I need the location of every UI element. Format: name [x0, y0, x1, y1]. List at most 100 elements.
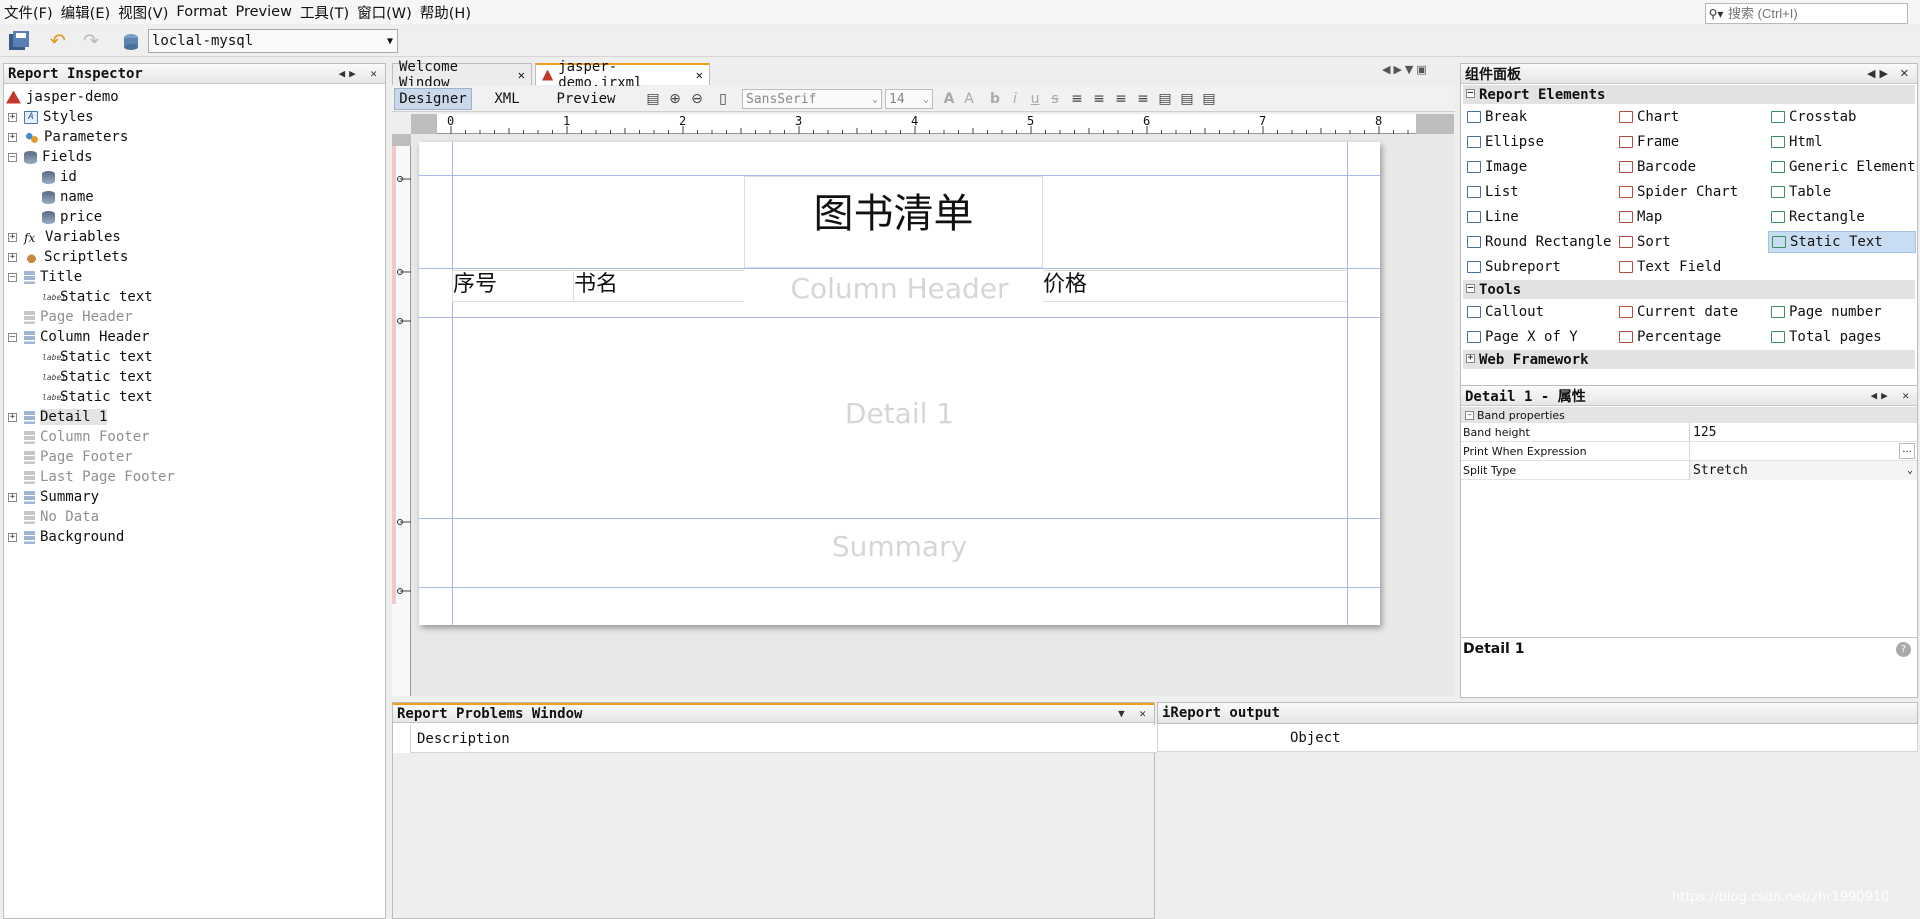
decrease-font-icon[interactable]: A	[960, 91, 978, 107]
font-family-combo[interactable]: SansSerif ⌄	[742, 89, 882, 109]
view-xml[interactable]: XML	[482, 88, 532, 110]
palette-item-ellipse[interactable]: Ellipse	[1464, 131, 1612, 153]
palette-item-list[interactable]: List	[1464, 181, 1612, 203]
tree-item-field-name[interactable]: name	[42, 187, 94, 207]
tree-item-page-header[interactable]: Page Header	[24, 307, 133, 327]
menu-edit[interactable]: 编辑(E)	[57, 2, 114, 23]
menu-window[interactable]: 窗口(W)	[353, 2, 416, 23]
tree-item-fields[interactable]: Fields	[24, 147, 93, 167]
datasource-icon[interactable]	[118, 28, 144, 54]
tool-item-percentage[interactable]: Percentage	[1616, 326, 1764, 348]
property-group-band[interactable]: – Band properties	[1461, 407, 1917, 423]
expand-icon[interactable]: +	[8, 233, 17, 242]
menu-preview[interactable]: Preview	[231, 4, 295, 20]
palette-item-sort[interactable]: Sort	[1616, 231, 1764, 253]
align-center-icon[interactable]: ≡	[1112, 91, 1130, 107]
tree-item-summary[interactable]: Summary	[24, 487, 99, 507]
page-setup-icon[interactable]: ▤	[644, 91, 662, 107]
design-canvas[interactable]: 图书清单 Column Header 序号 书名 价格 Detail 1 Sum…	[411, 134, 1454, 696]
report-page[interactable]: 图书清单 Column Header 序号 书名 价格 Detail 1 Sum…	[419, 142, 1380, 625]
tree-item-styles[interactable]: A Styles	[24, 107, 94, 127]
zoom-out-icon[interactable]: ⊖	[688, 91, 706, 107]
tree-item-ch-static-text-3[interactable]: label Static text	[42, 387, 153, 407]
menu-tools[interactable]: 工具(T)	[296, 2, 353, 23]
palette-item-spider-chart[interactable]: Spider Chart	[1616, 181, 1764, 203]
expand-icon[interactable]: +	[8, 113, 17, 122]
panel-controls-icon[interactable]: ◀▶ ✕	[1867, 67, 1913, 80]
tree-item-detail-1[interactable]: Detail 1	[24, 407, 108, 427]
ireport-output-tab[interactable]: iReport output	[1157, 702, 1918, 724]
font-size-combo[interactable]: 14 ⌄	[885, 89, 933, 109]
field-list-icon[interactable]: ▯	[714, 91, 732, 107]
panel-controls-icon[interactable]: ◀▶ ✕	[1871, 389, 1914, 402]
property-row-band-height[interactable]: Band height 125	[1461, 422, 1917, 442]
tool-item-page-x-of-y[interactable]: Page X of Y	[1464, 326, 1612, 348]
search-icon[interactable]: ⚲▾	[1706, 7, 1726, 21]
tree-item-field-id[interactable]: id	[42, 167, 77, 187]
column-header-seq[interactable]: 序号	[452, 270, 574, 302]
tree-item-parameters[interactable]: Parameters	[24, 127, 128, 147]
menu-file[interactable]: 文件(F)	[0, 2, 57, 23]
palette-item-break[interactable]: Break	[1464, 106, 1612, 128]
zoom-in-icon[interactable]: ⊕	[666, 91, 684, 107]
expand-icon[interactable]: +	[8, 413, 17, 422]
expand-icon[interactable]: +	[8, 133, 17, 142]
bold-icon[interactable]: b	[986, 91, 1004, 107]
palette-item-image[interactable]: Image	[1464, 156, 1612, 178]
underline-icon[interactable]: u	[1026, 91, 1044, 107]
palette-item-map[interactable]: Map	[1616, 206, 1764, 228]
section-report-elements[interactable]: – Report Elements	[1463, 85, 1915, 104]
palette-item-round-rectangle[interactable]: Round Rectangle	[1464, 231, 1612, 253]
tree-item-no-data[interactable]: No Data	[24, 507, 99, 527]
palette-item-subreport[interactable]: Subreport	[1464, 256, 1612, 278]
align-left-icon[interactable]: ≡	[1068, 91, 1086, 107]
menu-help[interactable]: 帮助(H)	[416, 2, 475, 23]
menu-view[interactable]: 视图(V)	[114, 2, 172, 23]
column-header-object[interactable]: Object	[1157, 724, 1918, 752]
palette-item-rectangle[interactable]: Rectangle	[1768, 206, 1916, 228]
tool-item-callout[interactable]: Callout	[1464, 301, 1612, 323]
expand-icon[interactable]: +	[8, 493, 17, 502]
tab-welcome-window[interactable]: Welcome Window ✕	[392, 59, 532, 91]
tree-item-title-static-text[interactable]: label Static text	[42, 287, 153, 307]
align-middle-icon[interactable]: ▤	[1178, 91, 1196, 107]
increase-font-icon[interactable]: A	[940, 91, 958, 107]
palette-item-text-field[interactable]: Text Field	[1616, 256, 1764, 278]
datasource-combo[interactable]: loclal-mysql ▼	[148, 29, 398, 53]
align-justify-icon[interactable]: ≡	[1090, 91, 1108, 107]
palette-item-crosstab[interactable]: Crosstab	[1768, 106, 1916, 128]
italic-icon[interactable]: i	[1006, 91, 1024, 107]
panel-controls-icon[interactable]: ◀▶ ✕	[339, 67, 382, 80]
property-value[interactable]: 125	[1689, 422, 1917, 442]
search-box[interactable]: ⚲▾	[1705, 3, 1908, 24]
expand-icon[interactable]: +	[8, 533, 17, 542]
tree-root[interactable]: jasper-demo	[6, 87, 119, 107]
tree-item-ch-static-text-1[interactable]: label Static text	[42, 347, 153, 367]
palette-item-static-text[interactable]: Static Text	[1768, 231, 1916, 253]
align-top-icon[interactable]: ▤	[1156, 91, 1174, 107]
tree-item-background[interactable]: Background	[24, 527, 124, 547]
help-icon[interactable]: ?	[1896, 642, 1911, 657]
palette-item-generic-element[interactable]: Generic Element	[1768, 156, 1916, 178]
column-header-name[interactable]: 书名	[574, 270, 744, 302]
save-all-icon[interactable]	[6, 28, 32, 54]
property-row-split-type[interactable]: Split Type Stretch ⌄	[1461, 460, 1917, 480]
redo-icon[interactable]: ↷	[78, 28, 104, 54]
search-input[interactable]	[1726, 5, 1904, 22]
tree-item-page-footer[interactable]: Page Footer	[24, 447, 133, 467]
align-bottom-icon[interactable]: ▤	[1200, 91, 1218, 107]
tool-item-page-number[interactable]: Page number	[1768, 301, 1916, 323]
palette-item-barcode[interactable]: Barcode	[1616, 156, 1764, 178]
tree-item-column-header[interactable]: Column Header	[24, 327, 150, 347]
tab-jasper-demo[interactable]: jasper-demo.jrxml ✕	[535, 59, 710, 91]
tree-item-field-price[interactable]: price	[42, 207, 102, 227]
tool-item-current-date[interactable]: Current date	[1616, 301, 1764, 323]
view-preview[interactable]: Preview	[548, 88, 624, 110]
column-header-price[interactable]: 价格	[1043, 270, 1347, 302]
collapse-icon[interactable]: –	[1465, 410, 1474, 420]
tree-item-last-page-footer[interactable]: Last Page Footer	[24, 467, 175, 487]
palette-item-frame[interactable]: Frame	[1616, 131, 1764, 153]
tree-item-ch-static-text-2[interactable]: label Static text	[42, 367, 153, 387]
property-value[interactable]	[1689, 441, 1917, 461]
collapse-icon[interactable]: –	[1466, 89, 1475, 98]
